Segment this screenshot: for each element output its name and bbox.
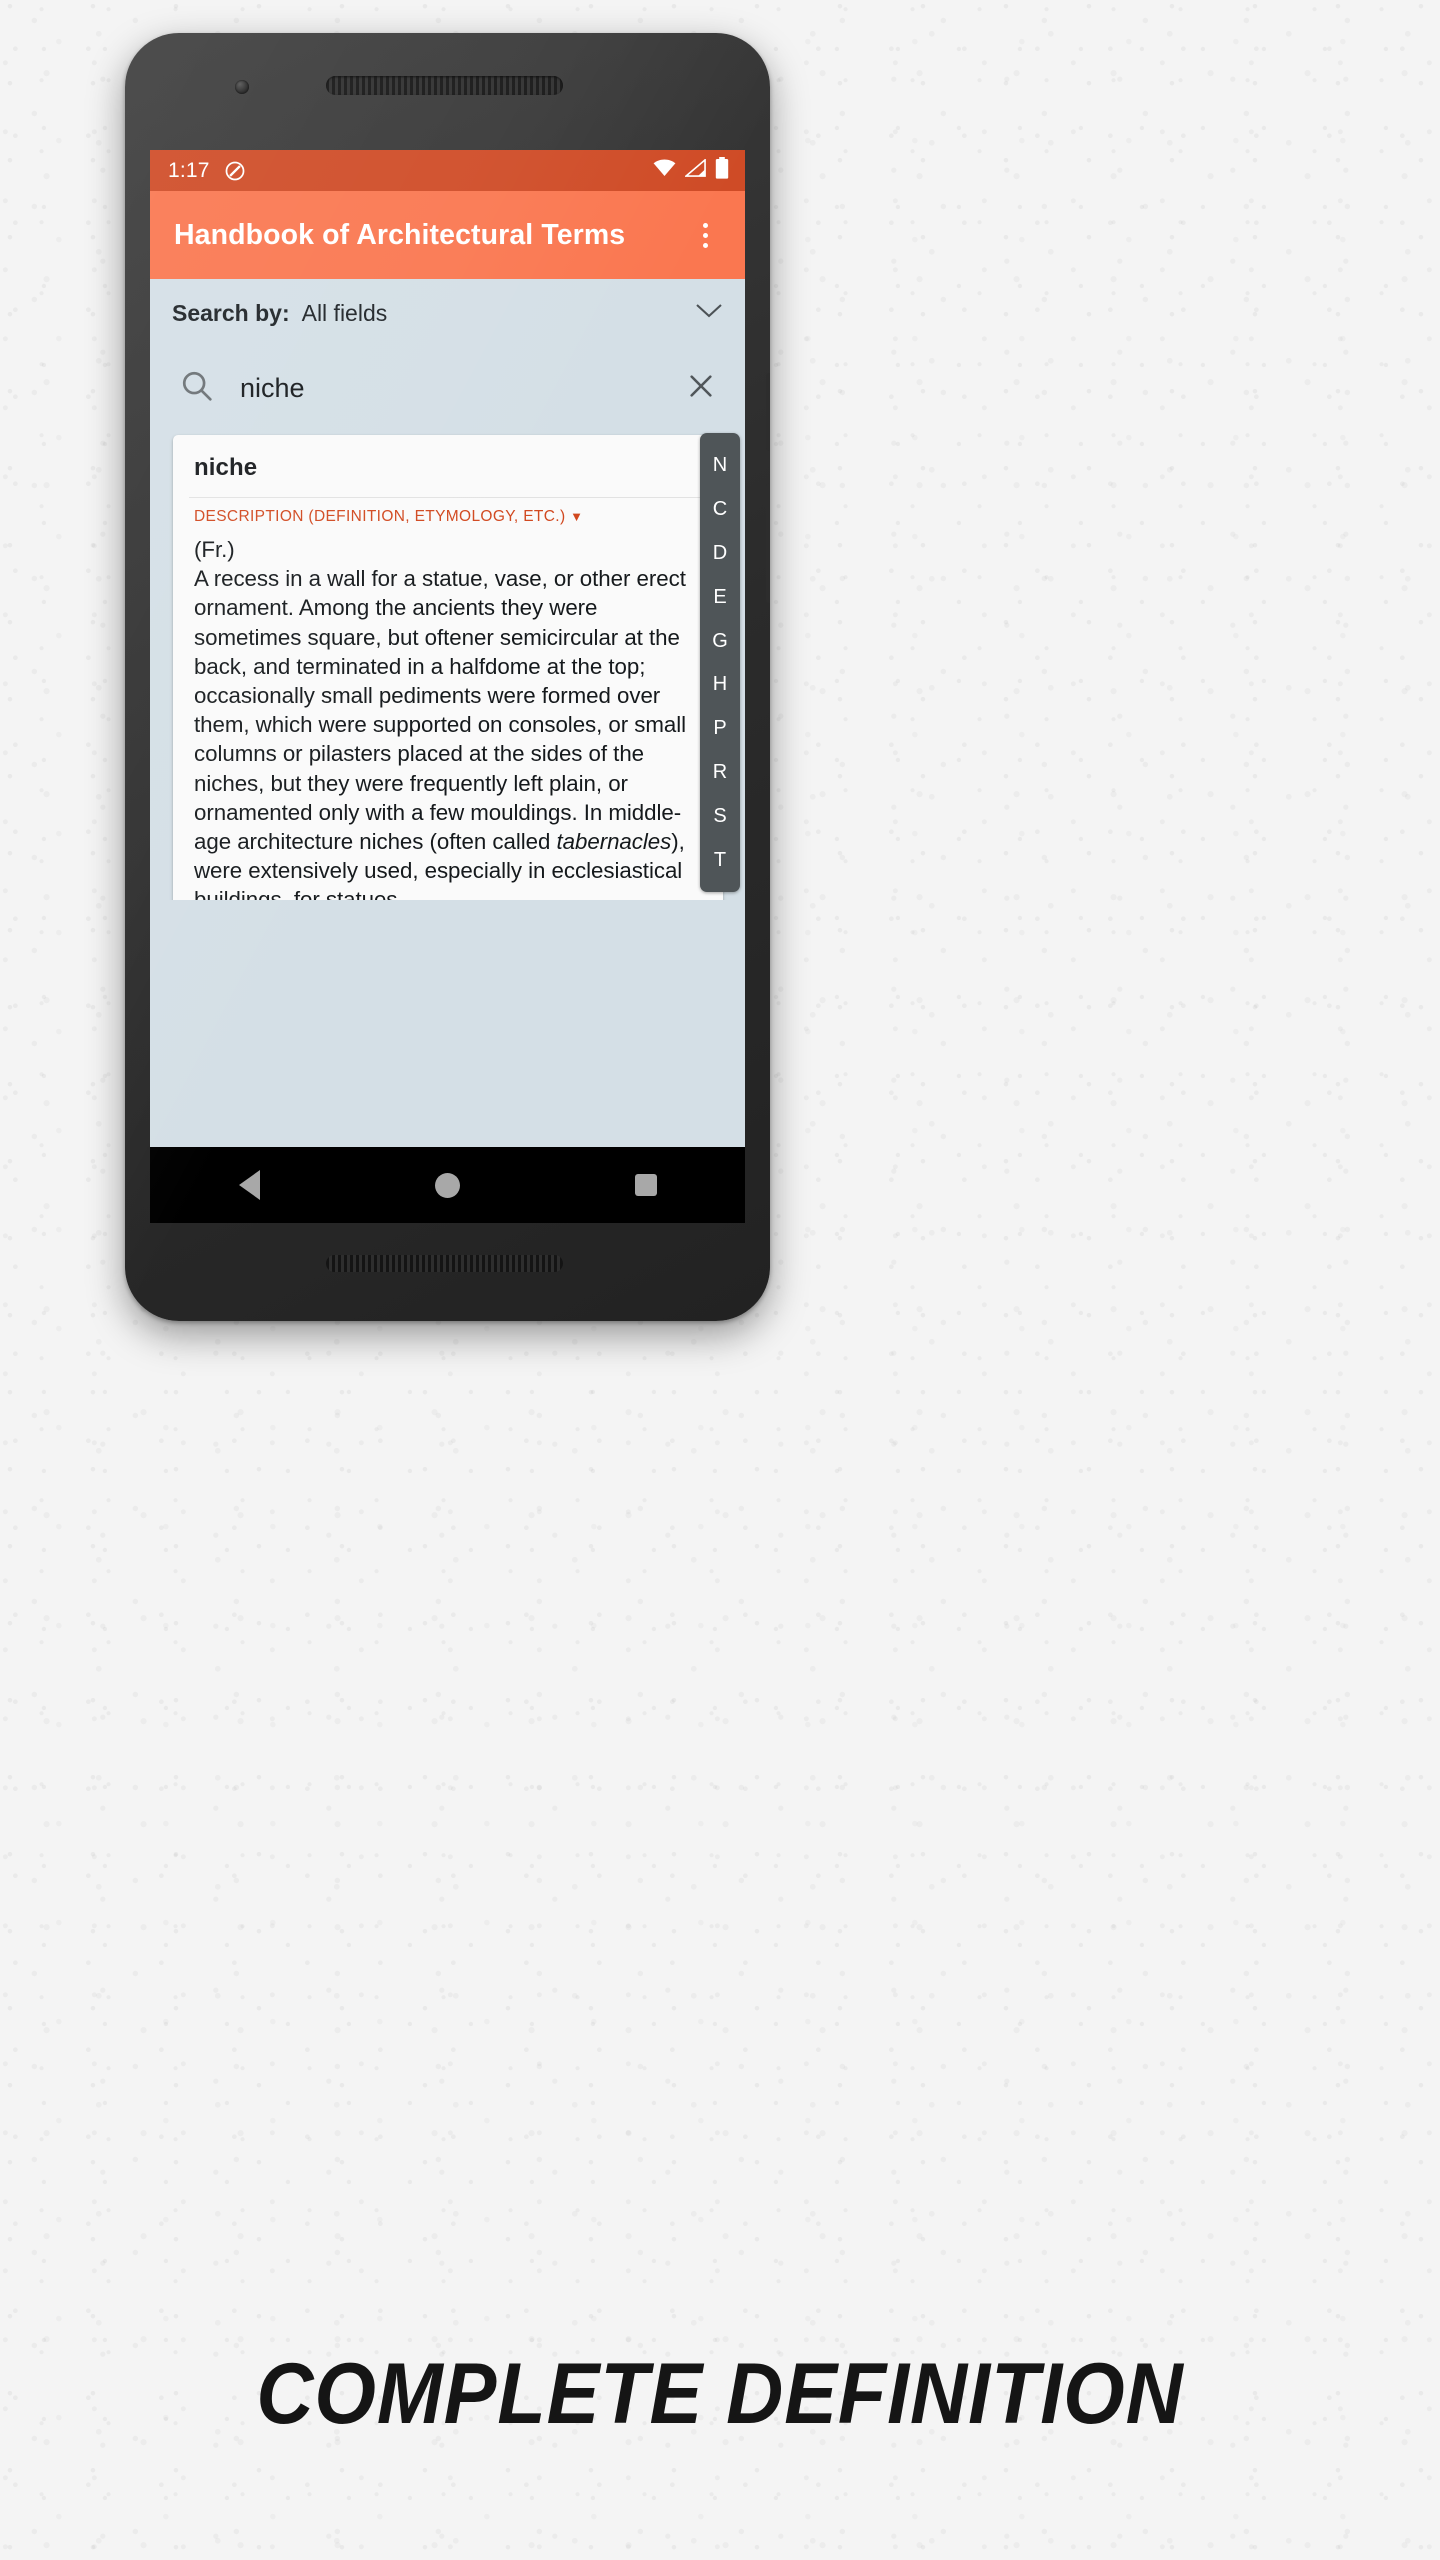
description-section-header[interactable]: DESCRIPTION (DEFINITION, ETYMOLOGY, ETC.… [194,508,701,526]
phone-screen: 1:17 Handbook of Architectural Terms Sea… [150,150,745,1223]
search-by-label: Search by: [172,299,290,326]
nav-recents-button[interactable] [611,1162,681,1208]
alpha-index-letter[interactable]: P [713,718,726,738]
do-not-disturb-icon [224,160,246,182]
alpha-index-letter[interactable]: G [712,631,728,651]
collapse-caret-icon[interactable]: ▼ [570,509,583,524]
search-icon [180,369,214,408]
alpha-index-letter[interactable]: T [714,850,726,870]
page-title: Handbook of Architectural Terms [174,218,626,251]
alpha-index-letter[interactable]: E [713,587,726,607]
cellular-signal-icon [683,158,706,182]
app-bar: Handbook of Architectural Terms [150,191,745,279]
nav-home-button[interactable] [412,1162,482,1208]
alpha-index-letter[interactable]: R [713,762,727,782]
recents-icon [634,1174,657,1196]
volume-button[interactable] [766,483,770,603]
search-input[interactable]: niche [240,373,685,404]
back-icon [238,1170,260,1200]
search-by-selector[interactable]: Search by: All fields [150,279,745,347]
description-section-label: DESCRIPTION (DEFINITION, ETYMOLOGY, ETC.… [194,508,566,525]
earpiece-speaker [326,76,563,95]
alpha-index-letter[interactable]: N [713,455,727,475]
battery-icon [715,157,729,184]
bottom-speaker [326,1255,563,1272]
search-by-value: All fields [301,299,388,326]
phone-device-frame: 1:17 Handbook of Architectural Terms Sea… [125,33,770,1321]
promo-page: 1:17 Handbook of Architectural Terms Sea… [0,0,1440,2560]
wifi-icon [653,159,676,182]
front-camera [235,80,249,94]
result-card-expanded[interactable]: niche DESCRIPTION (DEFINITION, ETYMOLOGY… [173,435,723,900]
status-bar: 1:17 [150,150,745,191]
home-icon [434,1172,460,1198]
chevron-down-icon[interactable] [695,302,723,325]
alpha-index-letter[interactable]: D [713,543,727,563]
alpha-index-letter[interactable]: C [713,499,727,519]
status-time: 1:17 [168,158,210,182]
alpha-index-letter[interactable]: H [713,674,727,694]
definition-origin: (Fr.) [194,537,235,562]
definition-italic-term: tabernacles [556,829,672,855]
promo-caption: COMPLETE DEFINITION [256,2346,1184,2442]
nav-back-button[interactable] [214,1162,284,1208]
alphabet-index-scrollbar[interactable]: N C D E G H P R S T [700,433,740,892]
alpha-index-letter[interactable]: S [713,806,726,826]
result-card-body: DESCRIPTION (DEFINITION, ETYMOLOGY, ETC.… [173,498,723,900]
power-button[interactable] [766,373,770,451]
definition-part-1: A recess in a wall for a statue, vase, o… [194,566,687,855]
overflow-menu-icon[interactable] [683,213,727,257]
definition-text: A recess in a wall for a statue, vase, o… [194,564,701,900]
results-list[interactable]: niche DESCRIPTION (DEFINITION, ETYMOLOGY… [150,429,745,900]
android-navigation-bar [150,1147,745,1223]
clear-search-icon[interactable] [685,370,717,407]
status-icons [653,157,729,184]
search-field-row[interactable]: niche [150,347,745,429]
result-term: niche [194,454,258,481]
